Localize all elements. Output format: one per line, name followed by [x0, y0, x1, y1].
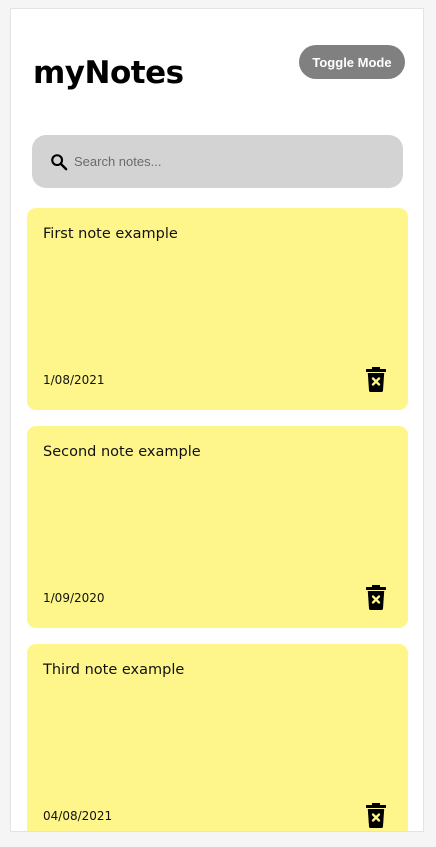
note-date: 04/08/2021	[43, 809, 113, 823]
note-text: Third note example	[43, 662, 185, 678]
search-input[interactable]	[72, 145, 376, 178]
search-icon	[51, 153, 68, 170]
note-card[interactable]: First note example 1/08/2021	[27, 208, 408, 410]
toggle-mode-button[interactable]: Toggle Mode	[299, 45, 405, 79]
app-container: myNotes Toggle Mode First note example 1…	[10, 8, 424, 832]
trash-delete-icon[interactable]	[366, 803, 386, 828]
note-date: 1/09/2020	[43, 591, 105, 605]
app-title: myNotes	[33, 55, 184, 91]
note-card[interactable]: Third note example 04/08/2021	[27, 644, 408, 831]
trash-delete-icon[interactable]	[366, 585, 386, 610]
note-text: First note example	[43, 226, 178, 242]
note-date: 1/08/2021	[43, 373, 105, 387]
header: myNotes Toggle Mode	[33, 45, 405, 101]
note-card[interactable]: Second note example 1/09/2020	[27, 426, 408, 628]
note-text: Second note example	[43, 444, 201, 460]
search-bar[interactable]	[32, 135, 403, 188]
trash-delete-icon[interactable]	[366, 367, 386, 392]
notes-list: First note example 1/08/2021 Second note…	[27, 208, 408, 831]
